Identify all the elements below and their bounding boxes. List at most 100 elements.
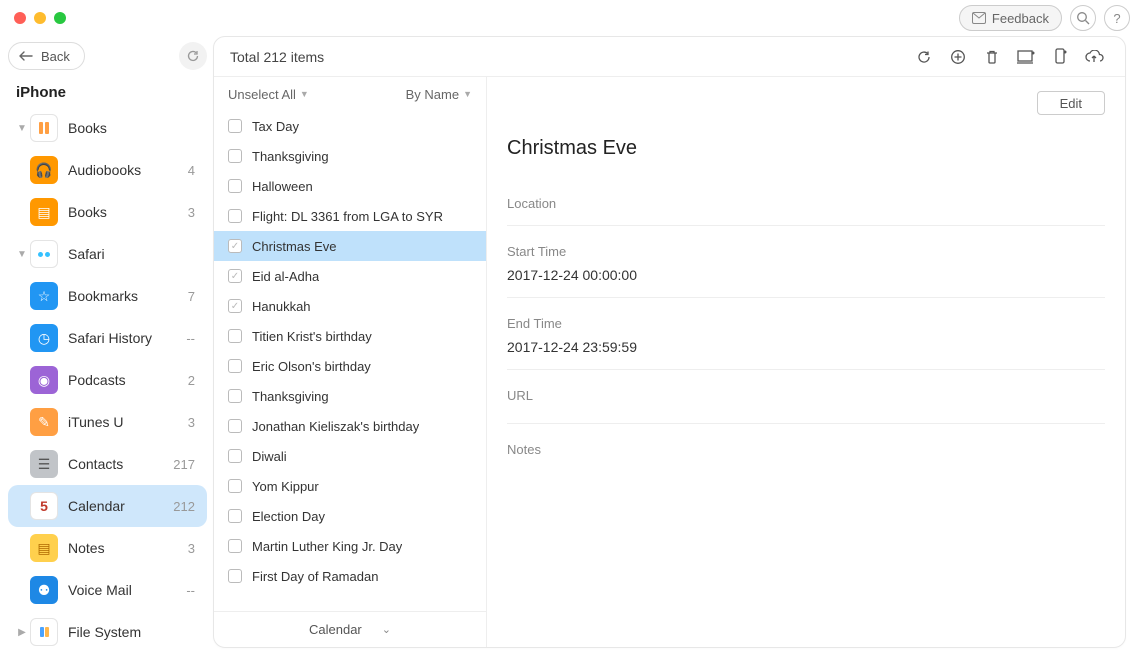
sidebar-item-label: Safari	[68, 246, 195, 262]
contacts-icon: ☰	[30, 450, 58, 478]
checkbox[interactable]	[228, 239, 242, 253]
sidebar-item-filesystem-group[interactable]: ▶ File System	[8, 611, 207, 653]
event-row[interactable]: Christmas Eve	[214, 231, 486, 261]
checkbox[interactable]	[228, 329, 242, 343]
sidebar-item-notes[interactable]: ▤ Notes 3	[8, 527, 207, 569]
sidebar-item-label: Podcasts	[68, 372, 188, 388]
sidebar-nav: ▼ Books 🎧 Audiobooks 4 ▤ Books 3 ▼ Safar…	[8, 107, 207, 656]
end-time-label: End Time	[507, 316, 1105, 331]
feedback-button[interactable]: Feedback	[959, 5, 1062, 31]
event-row[interactable]: Titien Krist's birthday	[214, 321, 486, 351]
checkbox[interactable]	[228, 569, 242, 583]
sidebar-item-books[interactable]: ▤ Books 3	[8, 191, 207, 233]
upload-to-cloud-button[interactable]	[1079, 42, 1109, 72]
chevron-right-icon: ▶	[16, 627, 28, 638]
help-button[interactable]: ?	[1104, 5, 1130, 31]
export-to-pc-button[interactable]	[1011, 42, 1041, 72]
sidebar-item-podcasts[interactable]: ◉ Podcasts 2	[8, 359, 207, 401]
sort-label: By Name	[406, 87, 459, 102]
event-row[interactable]: Halloween	[214, 171, 486, 201]
checkbox[interactable]	[228, 479, 242, 493]
event-row[interactable]: Jonathan Kieliszak's birthday	[214, 411, 486, 441]
sidebar-item-label: File System	[68, 624, 195, 640]
checkbox[interactable]	[228, 149, 242, 163]
event-name: Eric Olson's birthday	[252, 359, 371, 374]
sidebar-item-calendar[interactable]: 5 Calendar 212	[8, 485, 207, 527]
location-label: Location	[507, 196, 556, 211]
event-row[interactable]: Hanukkah	[214, 291, 486, 321]
refresh-sidebar-button[interactable]	[179, 42, 207, 70]
panel-header: Total 212 items	[214, 37, 1125, 77]
device-label: iPhone	[8, 78, 207, 107]
start-time-value: 2017-12-24 00:00:00	[507, 267, 1105, 298]
checkbox[interactable]	[228, 389, 242, 403]
event-name: Tax Day	[252, 119, 299, 134]
add-button[interactable]	[943, 42, 973, 72]
delete-button[interactable]	[977, 42, 1007, 72]
sidebar-item-count: --	[186, 583, 199, 598]
window-controls	[10, 12, 66, 24]
event-row[interactable]: Yom Kippur	[214, 471, 486, 501]
event-name: Eid al-Adha	[252, 269, 319, 284]
sidebar-item-contacts[interactable]: ☰ Contacts 217	[8, 443, 207, 485]
select-all-dropdown[interactable]: Unselect All ▼	[228, 87, 309, 102]
checkbox[interactable]	[228, 119, 242, 133]
sidebar-item-itunesu[interactable]: ✎ iTunes U 3	[8, 401, 207, 443]
maximize-window-button[interactable]	[54, 12, 66, 24]
sidebar-item-label: Books	[68, 120, 195, 136]
sidebar-item-bookmarks[interactable]: ☆ Bookmarks 7	[8, 275, 207, 317]
close-window-button[interactable]	[14, 12, 26, 24]
checkbox[interactable]	[228, 539, 242, 553]
back-button[interactable]: Back	[8, 42, 85, 70]
notes-label: Notes	[507, 442, 1105, 457]
event-name: Thanksgiving	[252, 389, 329, 404]
event-row[interactable]: Tax Day	[214, 111, 486, 141]
chevron-down-icon: ▼	[16, 123, 28, 134]
sidebar: Back iPhone ▼ Books 🎧 Audiobooks 4 ▤	[0, 36, 213, 662]
sidebar-item-voicemail[interactable]: ⚉ Voice Mail --	[8, 569, 207, 611]
checkbox[interactable]	[228, 209, 242, 223]
checkbox[interactable]	[228, 419, 242, 433]
event-row[interactable]: Election Day	[214, 501, 486, 531]
event-row[interactable]: Thanksgiving	[214, 381, 486, 411]
event-row[interactable]: Flight: DL 3361 from LGA to SYR	[214, 201, 486, 231]
event-row[interactable]: Eric Olson's birthday	[214, 351, 486, 381]
event-row[interactable]: Martin Luther King Jr. Day	[214, 531, 486, 561]
refresh-button[interactable]	[909, 42, 939, 72]
checkbox[interactable]	[228, 179, 242, 193]
itunesu-icon: ✎	[30, 408, 58, 436]
edit-button[interactable]: Edit	[1037, 91, 1105, 115]
sidebar-item-label: Notes	[68, 540, 188, 556]
checkbox[interactable]	[228, 269, 242, 283]
sidebar-item-count: 3	[188, 415, 199, 430]
event-row[interactable]: First Day of Ramadan	[214, 561, 486, 591]
sidebar-item-count: 7	[188, 289, 199, 304]
sidebar-item-safari-history[interactable]: ◷ Safari History --	[8, 317, 207, 359]
sidebar-item-books-group[interactable]: ▼ Books	[8, 107, 207, 149]
chevron-down-icon[interactable]: ⌄	[382, 623, 391, 636]
sidebar-item-count: 3	[188, 541, 199, 556]
sidebar-item-safari-group[interactable]: ▼ Safari	[8, 233, 207, 275]
event-name: Jonathan Kieliszak's birthday	[252, 419, 419, 434]
sidebar-item-label: Safari History	[68, 330, 186, 346]
search-button[interactable]	[1070, 5, 1096, 31]
sidebar-item-count: 212	[173, 499, 199, 514]
sidebar-item-count: 217	[173, 457, 199, 472]
chevron-down-icon: ▼	[463, 89, 472, 99]
checkbox[interactable]	[228, 359, 242, 373]
export-to-device-button[interactable]	[1045, 42, 1075, 72]
window-titlebar: Feedback ?	[0, 0, 1140, 36]
checkbox[interactable]	[228, 509, 242, 523]
mail-icon	[972, 12, 986, 24]
sidebar-item-audiobooks[interactable]: 🎧 Audiobooks 4	[8, 149, 207, 191]
event-row[interactable]: Diwali	[214, 441, 486, 471]
event-row[interactable]: Thanksgiving	[214, 141, 486, 171]
voicemail-icon: ⚉	[30, 576, 58, 604]
event-name: Election Day	[252, 509, 325, 524]
checkbox[interactable]	[228, 299, 242, 313]
sort-dropdown[interactable]: By Name ▼	[406, 87, 472, 102]
minimize-window-button[interactable]	[34, 12, 46, 24]
event-row[interactable]: Eid al-Adha	[214, 261, 486, 291]
event-list: Tax DayThanksgivingHalloweenFlight: DL 3…	[214, 111, 486, 611]
checkbox[interactable]	[228, 449, 242, 463]
